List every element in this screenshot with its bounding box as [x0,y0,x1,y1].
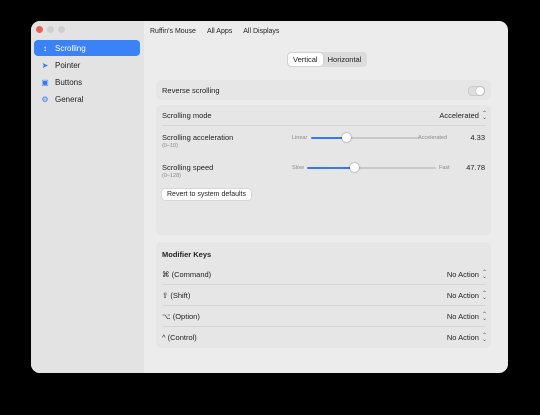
tab-horizontal[interactable]: Horizontal [323,53,367,66]
chevron-updown-icon: ⌃ ⌄ [481,110,487,121]
sidebar-item-label: General [55,94,84,104]
app-selector[interactable]: All Apps [207,27,232,36]
modifier-value: No Action [446,312,479,321]
modifier-popup-option[interactable]: No Action ⌃ ⌄ [446,311,487,322]
window-controls [36,26,65,33]
device-selector[interactable]: Ruffin's Mouse [150,27,196,36]
chevron-updown-icon: ⌃ ⌄ [481,269,487,280]
sidebar: ↕ Scrolling ➤ Pointer ▣ Buttons ⚙ Genera… [31,21,144,373]
sidebar-item-label: Buttons [55,77,83,87]
scroll-arrows-icon: ↕ [43,43,47,53]
reverse-scrolling-label: Reverse scrolling [162,86,220,95]
modifier-label-shift: ⇧ (Shift) [162,291,191,300]
modifier-popup-control[interactable]: No Action ⌃ ⌄ [446,332,487,343]
zoom-button[interactable] [58,26,65,33]
reverse-scrolling-toggle[interactable] [468,86,485,96]
chevron-updown-icon: ⌃ ⌄ [481,311,487,322]
modifier-popup-command[interactable]: No Action ⌃ ⌄ [446,269,487,280]
speed-slider[interactable] [307,163,436,172]
divider [162,284,485,285]
sidebar-item-general[interactable]: ⚙ General [34,91,140,107]
sidebar-item-pointer[interactable]: ➤ Pointer [34,57,140,73]
speed-max-label: Fast [439,165,450,171]
divider [162,125,485,126]
speed-value[interactable]: 47.78 [465,163,485,172]
modifier-label-control: ^ (Control) [162,333,197,342]
chevron-updown-icon: ⌃ ⌄ [481,290,487,301]
tab-vertical[interactable]: Vertical [288,53,323,66]
chevron-updown-icon: ⌃ ⌄ [481,332,487,343]
reverse-scrolling-card: Reverse scrolling [156,80,491,100]
gear-icon: ⚙ [41,94,49,104]
divider [162,326,485,327]
sidebar-item-scrolling[interactable]: ↕ Scrolling [34,40,140,56]
divider [162,305,485,306]
pointer-icon: ➤ [41,60,49,70]
revert-defaults-button[interactable]: Revert to system defaults [162,189,251,200]
modifier-label-command: ⌘ (Command) [162,270,212,279]
acceleration-slider[interactable] [311,133,419,142]
modifier-value: No Action [446,333,479,342]
speed-slider-fill [307,167,355,169]
scrolling-mode-label: Scrolling mode [162,111,212,120]
sidebar-item-label: Scrolling [55,43,86,53]
main-content: Vertical Horizontal Reverse scrolling Sc… [144,43,508,373]
modifier-keys-title: Modifier Keys [162,250,212,259]
modifier-label-option: ⌥ (Option) [162,312,200,321]
sidebar-item-label: Pointer [55,60,81,70]
scrolling-speed-range: (0–128) [162,173,181,179]
close-button[interactable] [36,26,43,33]
toolbar: Ruffin's Mouse All Apps All Displays [150,27,279,36]
scrolling-mode-popup[interactable]: Accelerated ⌃ ⌄ [439,110,487,121]
scrolling-mode-value: Accelerated [439,111,479,120]
speed-min-label: Slow [292,165,304,171]
sidebar-item-buttons[interactable]: ▣ Buttons [34,74,140,90]
buttons-icon: ▣ [41,77,49,87]
minimize-button[interactable] [47,26,54,33]
acceleration-min-label: Linear [292,135,308,141]
orientation-segmented-control: Vertical Horizontal [287,52,368,67]
acceleration-value[interactable]: 4.33 [465,133,485,142]
modifier-popup-shift[interactable]: No Action ⌃ ⌄ [446,290,487,301]
modifier-keys-card: Modifier Keys ⌘ (Command) No Action ⌃ ⌄ ⇧… [156,242,491,348]
display-selector[interactable]: All Displays [243,27,279,36]
acceleration-max-label: Accelerated [418,135,448,141]
modifier-value: No Action [446,270,479,279]
scrolling-acceleration-range: (0–10) [162,143,178,149]
app-window: ↕ Scrolling ➤ Pointer ▣ Buttons ⚙ Genera… [31,21,508,373]
modifier-value: No Action [446,291,479,300]
scrolling-settings-card: Scrolling mode Accelerated ⌃ ⌄ Scrolling … [156,105,491,235]
